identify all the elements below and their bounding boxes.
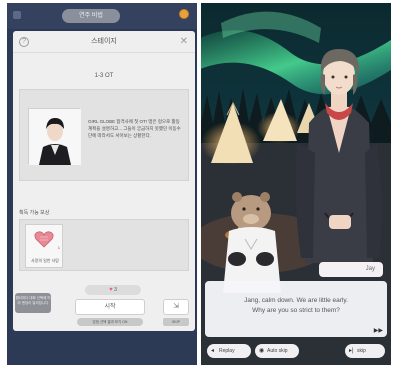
- dialog-text: Jang, calm down. We are little early. Wh…: [205, 296, 387, 316]
- close-icon[interactable]: ✕: [180, 36, 188, 47]
- reward-panel: 1 사랑의 일반 사탕: [19, 219, 189, 271]
- stage-id: 1-3 OT: [94, 73, 114, 79]
- replay-label: Replay: [219, 348, 235, 354]
- emotion-result-toggle[interactable]: 감정 선택 결과 보기 ON: [77, 318, 143, 326]
- auto-icon: ◉: [259, 348, 265, 354]
- skip-label: SKIP: [163, 318, 189, 326]
- skip-button[interactable]: ⇲: [163, 299, 189, 315]
- stage-modal: ? 스테이지 ✕ 1-3 OT GIRL GLOBE 합격사에 첫 OT! 맹은…: [13, 31, 195, 331]
- reward-item[interactable]: 1 사랑의 일반 사탕: [25, 224, 63, 268]
- auto-skip-button[interactable]: ◉ Auto skip: [255, 344, 299, 358]
- skip-story-label: skip: [357, 348, 366, 354]
- speaker-icon: ◂: [211, 348, 215, 354]
- heart-cost: ♥ 3: [85, 285, 141, 295]
- dialog-line-2: Why are you so strict to them?: [252, 307, 340, 314]
- left-screen: 연주 비법 ? 스테이지 ✕ 1-3 OT GIRL GLOBE 합격사에 첫 …: [7, 3, 197, 365]
- reward-name: 사랑의 일반 사탕: [31, 258, 59, 263]
- skip-story-button[interactable]: ▸| skip: [345, 344, 385, 358]
- right-screen: Jay Jang, calm down. We are little early…: [201, 3, 391, 365]
- playback-controls: ◂ Replay ◉ Auto skip ▸| skip: [201, 344, 391, 362]
- dialog-box[interactable]: Jang, calm down. We are little early. Wh…: [205, 281, 387, 337]
- menu-icon[interactable]: [13, 11, 21, 19]
- hint-box: 챕터마다 대화 선택에 따라 엔딩이 달라집니다: [15, 293, 51, 313]
- skip-icon: ⇲: [173, 303, 179, 310]
- speaker-name-tag: Jay: [319, 262, 383, 277]
- reward-count: 1: [57, 245, 60, 250]
- replay-button[interactable]: ◂ Replay: [207, 344, 251, 358]
- auto-skip-label: Auto skip: [267, 348, 288, 354]
- dialog-line-1: Jang, calm down. We are little early.: [244, 297, 348, 304]
- reward-label: 획득 가능 보상: [19, 210, 50, 216]
- top-pill[interactable]: 연주 비법: [62, 9, 120, 23]
- heart-icon: ♥: [109, 287, 113, 293]
- start-button[interactable]: 시작: [75, 299, 145, 315]
- character-portrait: [28, 108, 81, 165]
- modal-header: ? 스테이지 ✕: [13, 31, 195, 53]
- fast-forward-icon[interactable]: ▶▶: [374, 327, 383, 334]
- modal-title: 스테이지: [91, 38, 117, 45]
- heart-candy-icon: [34, 231, 54, 248]
- top-bar: 연주 비법: [7, 3, 197, 29]
- heart-cost-value: 3: [114, 287, 117, 293]
- coin-icon: [179, 9, 189, 19]
- skip-forward-icon: ▸|: [349, 348, 354, 354]
- story-text: GIRL GLOBE 합격사에 첫 OT! 맹은 렁으로 활동 계획을 설명하고…: [88, 119, 181, 138]
- story-card: GIRL GLOBE 합격사에 첫 OT! 맹은 렁으로 활동 계획을 설명하고…: [19, 89, 189, 181]
